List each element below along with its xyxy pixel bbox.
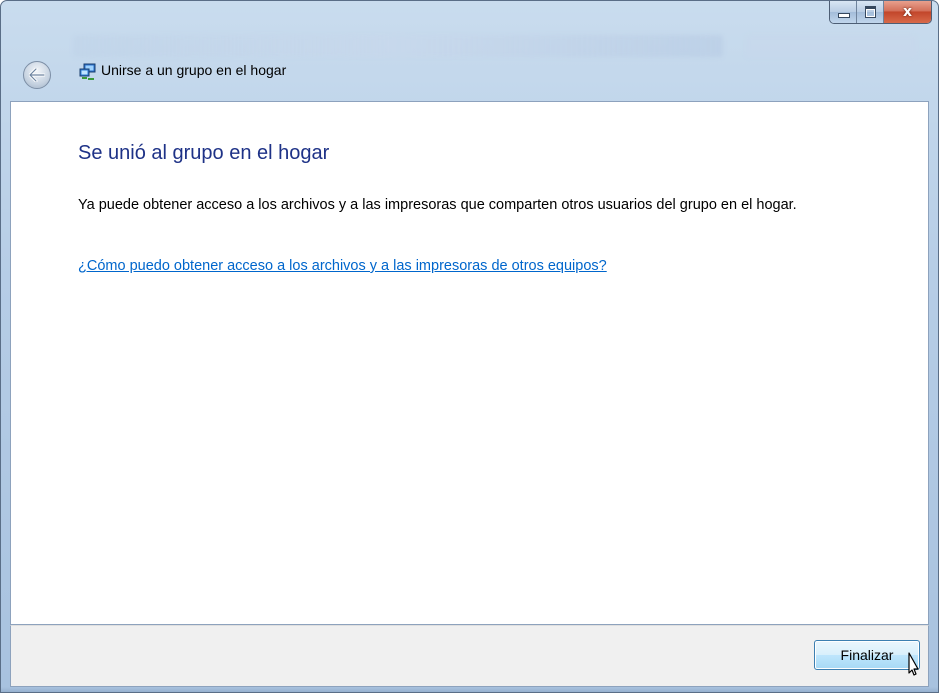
wizard-window: x Unirse a un grupo en el hogar Se unió … [0, 0, 939, 693]
minimize-icon [838, 13, 850, 18]
address-bar-blurred [73, 35, 723, 57]
title-bar[interactable] [1, 1, 938, 31]
maximize-icon [865, 6, 876, 18]
minimize-button[interactable] [830, 1, 857, 23]
window-bottom-border [1, 687, 938, 692]
page-heading: Se unió al grupo en el hogar [78, 142, 330, 164]
window-title: Unirse a un grupo en el hogar [101, 62, 287, 78]
back-button[interactable] [23, 61, 51, 89]
help-link[interactable]: ¿Cómo puedo obtener acceso a los archivo… [78, 258, 607, 274]
mouse-cursor-icon [908, 652, 919, 676]
close-icon: x [902, 4, 913, 20]
caption-buttons: x [829, 1, 932, 24]
maximize-button[interactable] [857, 1, 884, 23]
close-button[interactable]: x [884, 1, 931, 23]
back-arrow-icon [29, 68, 45, 82]
content-pane: Se unió al grupo en el hogar Ya puede ob… [10, 101, 929, 625]
body-text: Ya puede obtener acceso a los archivos y… [78, 197, 797, 213]
search-box-blurred [746, 35, 916, 57]
footer-bar: Finalizar [10, 625, 929, 687]
homegroup-icon [79, 63, 96, 80]
